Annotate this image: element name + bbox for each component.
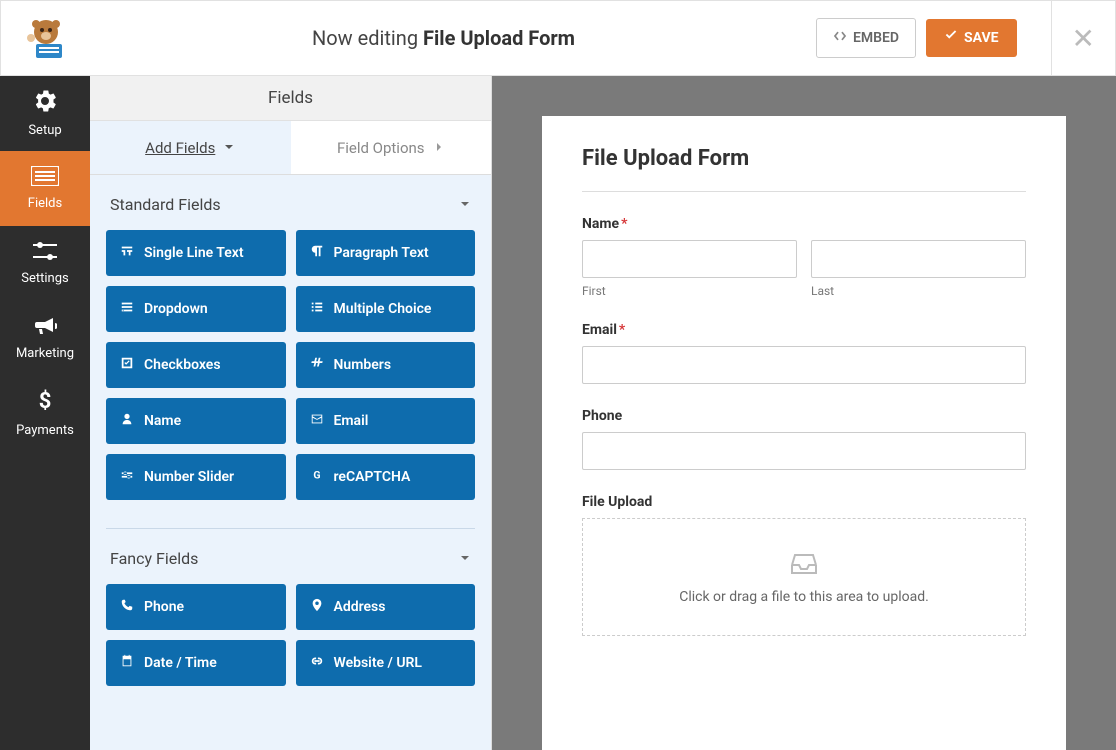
app-logo[interactable] bbox=[21, 13, 71, 63]
number-slider-icon bbox=[120, 468, 134, 486]
first-name-field[interactable] bbox=[582, 240, 797, 278]
recaptcha-icon: G bbox=[310, 468, 324, 486]
sidebar-item-label: Fields bbox=[28, 196, 62, 211]
svg-text:G: G bbox=[313, 469, 320, 482]
phone-label: Phone bbox=[582, 408, 1026, 424]
inbox-icon bbox=[613, 549, 995, 577]
chevron-down-icon bbox=[459, 195, 471, 214]
name-label: Name* bbox=[582, 216, 1026, 232]
field-type-website-url[interactable]: Website / URL bbox=[296, 640, 476, 686]
single-line-text-icon bbox=[120, 244, 134, 262]
sidebar-item-fields[interactable]: Fields bbox=[0, 151, 90, 226]
tab-field-options[interactable]: Field Options bbox=[291, 121, 492, 175]
dropdown-icon bbox=[120, 300, 134, 318]
section-standard-fields[interactable]: Standard Fields bbox=[106, 175, 475, 230]
form-title: File Upload Form bbox=[582, 146, 1026, 192]
field-type-dropdown[interactable]: Dropdown bbox=[106, 286, 286, 332]
chevron-down-icon bbox=[459, 549, 471, 568]
sliders-icon bbox=[33, 241, 57, 265]
check-icon bbox=[944, 29, 958, 47]
multiple-choice-icon bbox=[310, 300, 324, 318]
sidebar-item-payments[interactable]: $ Payments bbox=[0, 376, 90, 451]
chevron-down-icon bbox=[223, 139, 235, 157]
date-time-icon bbox=[120, 654, 134, 672]
email-field[interactable] bbox=[582, 346, 1026, 384]
field-type-number-slider[interactable]: Number Slider bbox=[106, 454, 286, 500]
field-type-recaptcha[interactable]: GreCAPTCHA bbox=[296, 454, 476, 500]
website-url-icon bbox=[310, 654, 324, 672]
field-type-name[interactable]: Name bbox=[106, 398, 286, 444]
bullhorn-icon bbox=[33, 316, 57, 340]
chevron-right-icon bbox=[433, 139, 445, 157]
checkboxes-icon bbox=[120, 356, 134, 374]
sidebar-item-marketing[interactable]: Marketing bbox=[0, 301, 90, 376]
code-icon bbox=[833, 29, 847, 47]
numbers-icon bbox=[310, 356, 324, 374]
fields-icon bbox=[31, 166, 59, 190]
sidebar-item-label: Marketing bbox=[16, 346, 74, 361]
phone-field[interactable] bbox=[582, 432, 1026, 470]
field-type-multiple-choice[interactable]: Multiple Choice bbox=[296, 286, 476, 332]
paragraph-text-icon bbox=[310, 244, 324, 262]
field-type-phone[interactable]: Phone bbox=[106, 584, 286, 630]
sidebar: Setup Fields Settings Marketing $ Paymen… bbox=[0, 76, 90, 750]
dollar-icon: $ bbox=[37, 389, 53, 417]
address-icon bbox=[310, 598, 324, 616]
sidebar-item-label: Settings bbox=[21, 271, 68, 286]
close-icon[interactable]: ✕ bbox=[1051, 0, 1095, 76]
page-title: Now editing File Upload Form bbox=[71, 26, 816, 50]
file-upload-dropzone[interactable]: Click or drag a file to this area to upl… bbox=[582, 518, 1026, 636]
sidebar-item-label: Payments bbox=[16, 423, 74, 438]
email-label: Email* bbox=[582, 322, 1026, 338]
field-type-checkboxes[interactable]: Checkboxes bbox=[106, 342, 286, 388]
field-type-paragraph-text[interactable]: Paragraph Text bbox=[296, 230, 476, 276]
sidebar-item-setup[interactable]: Setup bbox=[0, 76, 90, 151]
save-button[interactable]: SAVE bbox=[926, 19, 1017, 57]
last-name-field[interactable] bbox=[811, 240, 1026, 278]
last-sublabel: Last bbox=[811, 284, 1026, 298]
form-preview: File Upload Form Name* First Last Email* bbox=[542, 116, 1066, 750]
field-type-single-line-text[interactable]: Single Line Text bbox=[106, 230, 286, 276]
sidebar-item-label: Setup bbox=[28, 123, 61, 138]
field-type-numbers[interactable]: Numbers bbox=[296, 342, 476, 388]
email-icon bbox=[310, 412, 324, 430]
field-type-email[interactable]: Email bbox=[296, 398, 476, 444]
phone-icon bbox=[120, 598, 134, 616]
svg-text:$: $ bbox=[39, 389, 52, 413]
first-sublabel: First bbox=[582, 284, 797, 298]
tab-add-fields[interactable]: Add Fields bbox=[90, 121, 291, 175]
file-upload-label: File Upload bbox=[582, 494, 1026, 510]
section-fancy-fields[interactable]: Fancy Fields bbox=[106, 529, 475, 584]
field-type-address[interactable]: Address bbox=[296, 584, 476, 630]
embed-button[interactable]: EMBED bbox=[816, 18, 916, 58]
name-icon bbox=[120, 412, 134, 430]
field-type-date-time[interactable]: Date / Time bbox=[106, 640, 286, 686]
gear-icon bbox=[33, 89, 57, 117]
sidebar-item-settings[interactable]: Settings bbox=[0, 226, 90, 301]
panel-title: Fields bbox=[90, 76, 491, 121]
